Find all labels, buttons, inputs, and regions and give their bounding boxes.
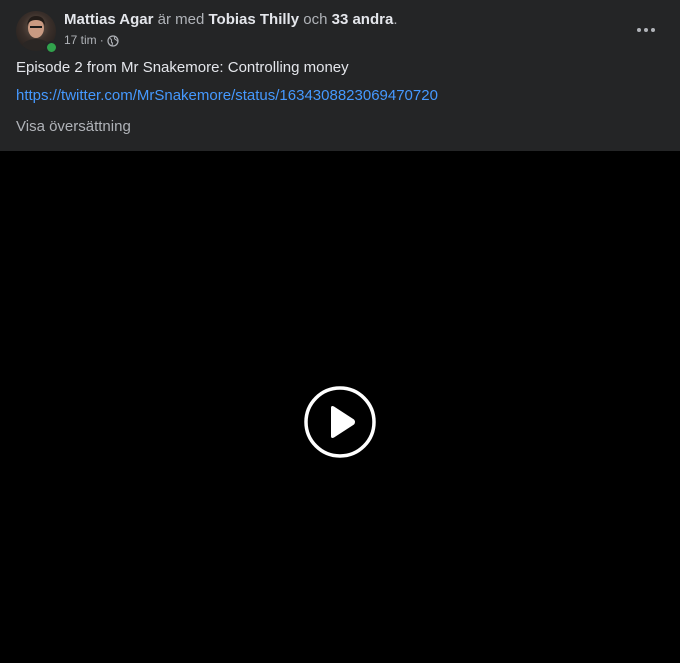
play-icon (304, 386, 376, 458)
with-text: är med (157, 11, 205, 28)
more-dots-icon (637, 28, 655, 32)
tagged-person-name[interactable]: Tobias Thilly (209, 11, 300, 28)
see-translation-link[interactable]: Visa översättning (16, 118, 131, 136)
author-name[interactable]: Mattias Agar (64, 11, 153, 28)
post-title-line: Mattias Agar är med Tobias Thilly och 33… (64, 11, 397, 29)
others-link[interactable]: 33 andra (332, 11, 394, 28)
post-text: Episode 2 from Mr Snakemore: Controlling… (16, 59, 349, 76)
post-header: Mattias Agar är med Tobias Thilly och 33… (0, 0, 680, 150)
online-status-dot (45, 41, 58, 54)
post-meta: 17 tim · (64, 33, 119, 47)
meta-separator: · (99, 33, 104, 47)
feed-post: Mattias Agar är med Tobias Thilly och 33… (0, 0, 680, 663)
post-link[interactable]: https://twitter.com/MrSnakemore/status/1… (16, 87, 438, 105)
post-timestamp[interactable]: 17 tim (64, 33, 97, 47)
globe-icon[interactable] (107, 35, 119, 47)
and-text: och (303, 11, 328, 28)
title-period: . (393, 11, 398, 28)
play-button[interactable] (303, 385, 377, 459)
more-options-button[interactable] (630, 16, 662, 44)
